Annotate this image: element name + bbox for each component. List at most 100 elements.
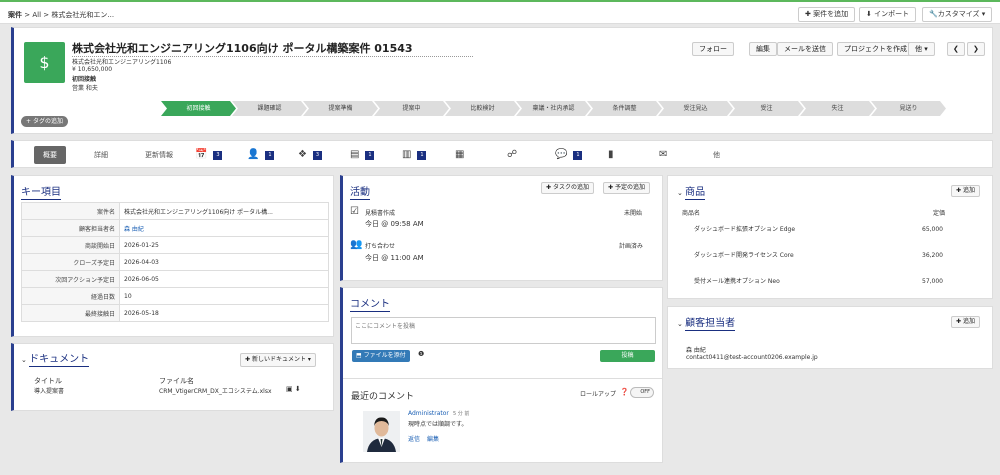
stage-item[interactable]: 見送り (871, 101, 946, 116)
record-title: 株式会社光和エンジニアリング1106向け ポータル構築案件 01543 (72, 40, 473, 57)
next-record-button[interactable]: ❯ (967, 42, 985, 56)
more-button[interactable]: 他 ▾ (908, 42, 935, 56)
contact-name[interactable]: 森 由紀 (686, 345, 706, 354)
stage-item[interactable]: 課題確認 (232, 101, 307, 116)
stage-item[interactable]: 提案準備 (303, 101, 378, 116)
stage-item[interactable]: 受注 (729, 101, 804, 116)
chevron-down-icon: ▾ (979, 10, 986, 18)
more-label: 他 (915, 45, 922, 53)
field-value[interactable]: 2026-01-25 (119, 236, 329, 254)
tab-helpdesk[interactable]: ☍ (507, 146, 517, 164)
tab-contacts[interactable]: 👤 1 (247, 146, 275, 164)
add-product-button[interactable]: ✚ 追加 (951, 185, 980, 197)
add-tag-button[interactable]: + タグの追加 (21, 116, 68, 127)
create-project-button[interactable]: プロジェクトを作成 (837, 42, 914, 56)
tab-products[interactable]: ❖ 3 (298, 146, 322, 164)
activity-time: 今日 @ 11:00 AM (365, 254, 424, 262)
activities-title: 活動 (350, 183, 370, 200)
top-bar: 案件 > All > 株式会社光和エン... ✚ 案件を追加 ⬇ インポート 🔧… (0, 0, 1000, 24)
follow-button[interactable]: フォロー (692, 42, 734, 56)
field-label: 経過日数 (21, 287, 120, 305)
stage-item[interactable]: 初回接触 (161, 101, 236, 116)
download-icon[interactable]: ⬇ (295, 385, 301, 393)
image-icon[interactable]: ▣ (286, 385, 293, 393)
stage-item[interactable]: 比較検討 (445, 101, 520, 116)
tab-documents[interactable]: ▤ 1 (350, 146, 375, 164)
add-contact-button[interactable]: ✚ 追加 (951, 316, 980, 328)
stage-item[interactable]: 受注見込 (658, 101, 733, 116)
doc-title[interactable]: 導入提案書 (34, 386, 64, 395)
add-case-button[interactable]: ✚ 案件を追加 (798, 7, 856, 22)
field-value[interactable]: 2026-04-03 (119, 253, 329, 271)
activity-name[interactable]: 打ち合わせ (365, 241, 395, 250)
activity-status: 計画済み (619, 243, 644, 250)
field-label: 商談開始日 (21, 236, 120, 254)
rollup-toggle[interactable]: OFF (630, 387, 654, 398)
new-document-button[interactable]: ✚ 新しいドキュメント ▾ (240, 353, 316, 367)
prev-record-button[interactable]: ❮ (947, 42, 965, 56)
tab-invoices[interactable]: ▦ (455, 146, 464, 164)
tab-comments[interactable]: 💬 1 (555, 146, 583, 164)
envelope-icon: ✉ (659, 149, 668, 160)
help-icon[interactable]: ❓ (620, 388, 629, 396)
add-task-button[interactable]: ✚ タスクの追加 (541, 182, 594, 194)
key-item-row: 次回アクション予定日 2026-06-05 (21, 270, 329, 288)
activity-name[interactable]: 見積書作成 (365, 208, 395, 217)
customize-button[interactable]: 🔧カスタマイズ ▾ (922, 7, 993, 22)
tab-calendar[interactable]: 📅 3 (195, 146, 223, 164)
field-value[interactable]: 株式会社光和エンジニアリング1106向け ポータル構... (119, 202, 329, 220)
tab-sales-order[interactable]: ▮ (608, 146, 614, 164)
chevron-down-icon[interactable]: ⌄ (677, 320, 685, 328)
product-name[interactable]: ダッシュボード開発ライセンス Core (694, 250, 794, 259)
field-value[interactable]: 森 由紀 (119, 219, 329, 237)
field-value[interactable]: 10 (119, 287, 329, 305)
field-label: 次回アクション予定日 (21, 270, 120, 288)
activities-panel: 活動 ✚ タスクの追加 ✚ 予定の追加 ☑ 見積書作成 今日 @ 09:58 A… (340, 175, 663, 281)
product-name[interactable]: ダッシュボード拡張オプション Edge (694, 224, 795, 233)
documents-panel: ⌄ ドキュメント ✚ 新しいドキュメント ▾ タイトル ファイル名 導入提案書 … (11, 343, 334, 411)
count-badge: 3 (213, 150, 223, 160)
tab-other[interactable]: 他 (713, 146, 720, 164)
field-value[interactable]: 2026-05-18 (119, 304, 329, 322)
chevron-down-icon[interactable]: ⌄ (677, 189, 685, 197)
chevron-down-icon[interactable]: ⌄ (21, 356, 29, 364)
add-event-button[interactable]: ✚ 予定の追加 (603, 182, 650, 194)
breadcrumb-root[interactable]: 案件 (8, 11, 22, 19)
key-item-row: 顧客担当者名森 由紀 (21, 219, 329, 237)
recent-comments-title: 最近のコメント (351, 392, 415, 402)
tab-quotes[interactable]: ▥ 1 (402, 146, 427, 164)
stage-item[interactable]: 失注 (800, 101, 875, 116)
comment-author[interactable]: Administrator (408, 410, 449, 417)
breadcrumb-all[interactable]: All (32, 11, 41, 19)
edit-comment-link[interactable]: 編集 (427, 434, 439, 443)
company-name: 株式会社光和エンジニアリング1106 (72, 59, 172, 66)
tab-emails[interactable]: ✉ (659, 146, 667, 164)
file-icon: ▥ (402, 149, 412, 160)
contact-email[interactable]: contact0411@test-account0206.example.jp (686, 354, 818, 361)
reply-link[interactable]: 返信 (408, 434, 420, 443)
edit-button[interactable]: 編集 (749, 42, 777, 56)
tab-detail[interactable]: 詳細 (86, 146, 116, 164)
import-button[interactable]: ⬇ インポート (859, 7, 917, 22)
tab-summary[interactable]: 概要 (34, 146, 66, 164)
send-mail-button[interactable]: メールを送信 (777, 42, 833, 56)
plus-icon: + (26, 118, 33, 125)
product-name[interactable]: 受付メール連携オプション Neo (694, 276, 780, 285)
documents-title: ドキュメント (29, 350, 90, 367)
wrench-icon: 🔧 (929, 10, 938, 18)
field-value[interactable]: 2026-06-05 (119, 270, 329, 288)
stage-item[interactable]: 稟議・社内承認 (516, 101, 591, 116)
plus-icon: ✚ (608, 184, 615, 191)
info-icon[interactable]: ❶ (418, 350, 424, 358)
stage-item[interactable]: 提案中 (374, 101, 449, 116)
new-document-label: 新しいドキュメント (251, 356, 306, 363)
doc-filename[interactable]: CRM_VtigerCRM_DX_エコシステム.xlsx (159, 386, 272, 395)
task-checkbox-icon: ☑ (350, 206, 359, 217)
attach-file-button[interactable]: ⬒ ファイルを添付 (352, 350, 410, 362)
clipboard-icon: ▮ (608, 149, 614, 160)
count-badge: 1 (417, 150, 427, 160)
post-button[interactable]: 投稿 (600, 350, 655, 362)
tab-updates[interactable]: 更新情報 (139, 146, 179, 164)
stage-item[interactable]: 条件調整 (587, 101, 662, 116)
comment-input[interactable] (351, 317, 656, 344)
